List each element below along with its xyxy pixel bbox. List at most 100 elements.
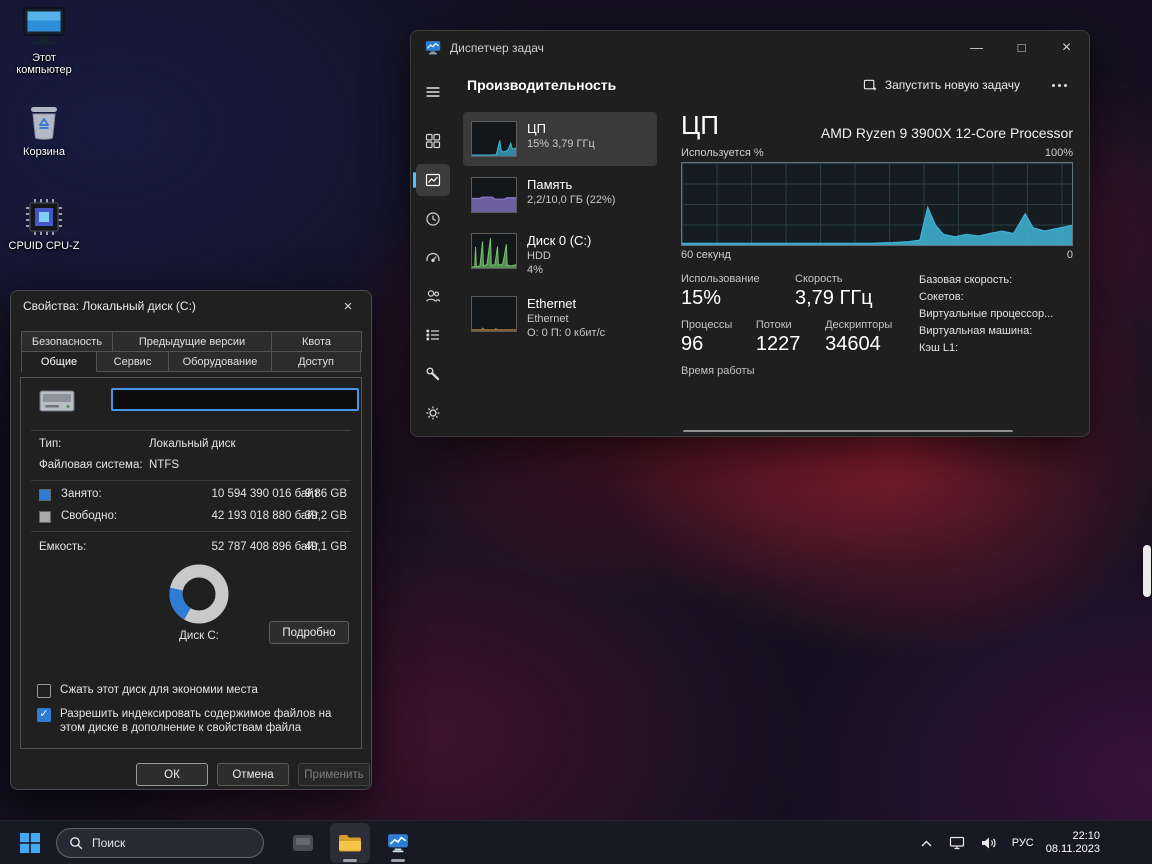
tab-hardware[interactable]: Оборудование [168, 351, 272, 372]
maximize-button[interactable]: □ [999, 31, 1044, 64]
close-button[interactable]: × [1044, 31, 1089, 64]
nav-startup-apps-icon[interactable] [416, 242, 450, 274]
free-label: Свободно: [61, 510, 118, 522]
graph-ylabel: Используется % [681, 147, 764, 159]
used-color-swatch [39, 489, 51, 501]
desktop-icon-recycle-bin[interactable]: Корзина [4, 102, 84, 158]
metric-name: Ethernet [527, 296, 577, 311]
used-size: 9,86 GB [304, 488, 347, 500]
metric-card-cpu[interactable]: ЦП 15% 3,79 ГГц [463, 112, 657, 166]
details-button[interactable]: Подробно [269, 621, 349, 644]
index-checkbox[interactable]: ✓ [37, 708, 51, 722]
cpu-info-column: Базовая скорость: Сокетов: Виртуальные п… [919, 273, 1073, 377]
recycle-bin-icon [31, 107, 57, 140]
tray-date: 08.11.2023 [1045, 843, 1100, 855]
task-manager-nav-rail [411, 64, 455, 436]
compress-checkbox-label: Сжать этот диск для экономии места [60, 684, 258, 696]
tab-quota[interactable]: Квота [271, 331, 362, 352]
stat-label: Дескрипторы [825, 319, 893, 331]
minimize-button[interactable]: — [954, 31, 999, 64]
ok-button[interactable]: ОК [136, 763, 208, 786]
nav-performance-icon[interactable] [413, 163, 450, 196]
drive-icon [39, 390, 75, 412]
nav-processes-icon[interactable] [416, 125, 450, 157]
task-manager-titlebar[interactable]: Диспетчер задач — □ × [411, 31, 1089, 64]
tab-sharing[interactable]: Доступ [271, 351, 361, 372]
dialog-close-icon[interactable]: × [329, 293, 367, 319]
stat-label: Скорость [795, 273, 843, 285]
info-label: Базовая скорость: [919, 274, 1013, 286]
taskbar: Поиск РУС 22:10 08.11.2023 [0, 820, 1152, 864]
start-button[interactable] [10, 823, 50, 863]
disk-properties-dialog: Свойства: Локальный диск (C:) × Безопасн… [10, 290, 372, 790]
taskbar-explorer-icon[interactable] [330, 823, 370, 863]
compress-checkbox[interactable] [37, 684, 51, 698]
graph-xmin: 60 секунд [681, 249, 731, 261]
tab-security[interactable]: Безопасность [21, 331, 113, 352]
stat-value: 3,79 ГГц [795, 287, 873, 309]
metric-card-disk[interactable]: Диск 0 (C:) HDD 4% [463, 224, 657, 285]
horizontal-scrollbar[interactable] [683, 430, 1013, 432]
cpu-usage-graph[interactable] [681, 162, 1073, 246]
nav-details-icon[interactable] [416, 319, 450, 351]
volume-label-input[interactable] [111, 388, 359, 411]
filesystem-label: Файловая система: [39, 459, 143, 471]
cpu-usage-area-chart [682, 205, 1072, 245]
settings-gear-icon[interactable] [416, 397, 450, 429]
processor-name: AMD Ryzen 9 3900X 12-Core Processor [820, 125, 1073, 141]
tray-clock[interactable]: 22:10 08.11.2023 [1046, 830, 1100, 856]
free-space-row: Свободно: 42 193 018 880 байт 39,2 GB [39, 510, 349, 525]
metric-detail: 15% 3,79 ГГц [527, 138, 595, 150]
metric-card-memory[interactable]: Память 2,2/10,0 ГБ (22%) [463, 168, 657, 222]
search-input[interactable]: Поиск [56, 828, 264, 858]
tray-chevron-up-icon[interactable] [916, 832, 938, 854]
tab-tools[interactable]: Сервис [96, 351, 169, 372]
tab-general[interactable]: Общие [21, 351, 97, 372]
compress-checkbox-row[interactable]: Сжать этот диск для экономии места [37, 684, 349, 698]
desktop-icon-label: Корзина [23, 146, 65, 158]
metric-detail: 4% [527, 264, 543, 276]
used-label: Занято: [61, 488, 102, 500]
nav-users-icon[interactable] [416, 280, 450, 312]
more-options-icon[interactable] [1044, 78, 1075, 93]
desktop-icon-label: Этот компьютер [16, 52, 72, 76]
general-tab-page: Тип: Локальный диск Файловая система: NT… [20, 377, 362, 749]
taskbar-task-manager-icon[interactable] [378, 823, 418, 863]
index-checkbox-row[interactable]: ✓ Разрешить индексировать содержимое фай… [37, 708, 349, 735]
dialog-titlebar[interactable]: Свойства: Локальный диск (C:) [11, 291, 371, 321]
run-new-task-button[interactable]: Запустить новую задачу [855, 73, 1028, 98]
type-row: Тип: Локальный диск [39, 438, 349, 453]
menu-hamburger-icon[interactable] [416, 76, 450, 108]
metric-name: Диск 0 (C:) [527, 233, 592, 248]
tray-network-icon[interactable] [947, 832, 969, 854]
run-task-label: Запустить новую задачу [884, 78, 1020, 92]
desktop-icon-label: CPUID CPU-Z [8, 240, 80, 252]
stat-value: 96 [681, 333, 704, 355]
filesystem-row: Файловая система: NTFS [39, 459, 349, 474]
page-title: Производительность [467, 77, 617, 93]
tab-previous-versions[interactable]: Предыдущие версии [112, 331, 272, 352]
desktop-icon-this-pc[interactable]: Этот компьютер [4, 6, 84, 76]
disk-usage-donut [169, 564, 229, 624]
taskbar-app-icon[interactable] [283, 823, 323, 863]
ethernet-sparkline [472, 327, 516, 331]
stat-label: Потоки [755, 319, 792, 331]
desktop-icon-cpuz[interactable]: CPUID CPU-Z [4, 198, 84, 252]
metric-name: Память [527, 177, 573, 192]
scrollbar-handle[interactable] [1143, 545, 1151, 597]
cancel-button[interactable]: Отмена [217, 763, 289, 786]
uptime-label: Время работы [681, 365, 755, 377]
tab-control: Безопасность Предыдущие версии Квота Общ… [21, 331, 362, 372]
type-value: Локальный диск [149, 438, 236, 450]
open-app-indicator [343, 859, 357, 862]
app-window-icon [293, 835, 313, 851]
tray-volume-icon[interactable] [978, 832, 1000, 854]
metric-card-ethernet[interactable]: Ethernet Ethernet О: 0 П: 0 кбит/с [463, 287, 657, 348]
tray-language-indicator[interactable]: РУС [1009, 837, 1037, 849]
nav-services-icon[interactable] [416, 358, 450, 390]
disk-sparkline [472, 237, 516, 268]
info-label: Виртуальная машина: [919, 325, 1033, 337]
performance-metric-list: ЦП 15% 3,79 ГГц Память 2,2/10,0 ГБ (22%)… [455, 106, 663, 436]
metric-detail: Ethernet [527, 313, 569, 325]
nav-app-history-icon[interactable] [416, 203, 450, 235]
